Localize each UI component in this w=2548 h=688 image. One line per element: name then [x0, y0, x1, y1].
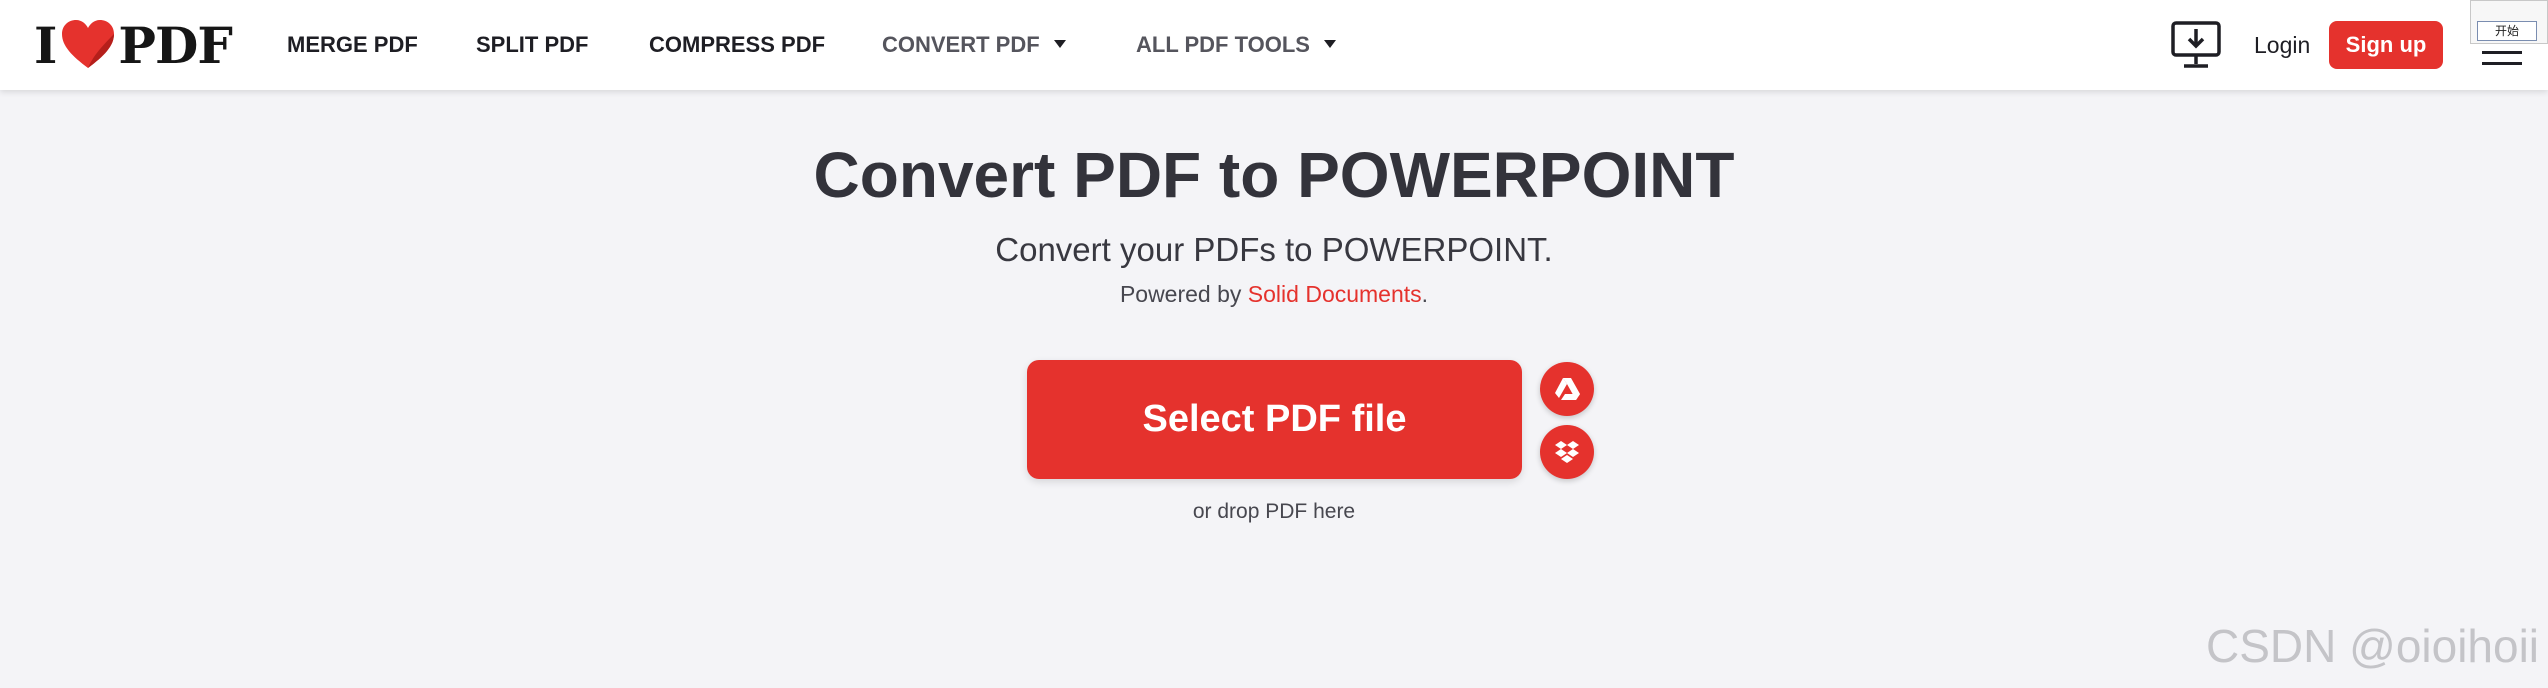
solid-documents-link[interactable]: Solid Documents	[1248, 281, 1422, 307]
overlay-start-button[interactable]: 开始	[2477, 21, 2537, 41]
nav-convert-pdf[interactable]: CONVERT PDF	[882, 30, 1066, 60]
overlay-popup: 开始	[2470, 0, 2548, 44]
nav-all-pdf-tools[interactable]: ALL PDF TOOLS	[1136, 30, 1336, 60]
caret-down-icon	[1323, 40, 1336, 49]
drop-pdf-hint: or drop PDF here	[1192, 500, 1356, 523]
logo-text-pdf: PDF	[118, 15, 232, 75]
caret-down-icon	[1053, 40, 1066, 49]
dropbox-button[interactable]	[1540, 425, 1594, 479]
csdn-watermark: CSDN @oioihoii	[2206, 620, 2540, 672]
google-drive-button[interactable]	[1540, 362, 1594, 416]
nav-convert-pdf-label: CONVERT PDF	[882, 32, 1040, 57]
logo-text-i: I	[34, 15, 57, 75]
powered-prefix: Powered by	[1119, 281, 1248, 307]
desktop-download-icon[interactable]	[2170, 20, 2222, 70]
ilovepdf-logo[interactable]: I PDF	[34, 15, 233, 75]
google-drive-icon	[1555, 378, 1580, 400]
signup-button[interactable]: Sign up	[2329, 21, 2443, 69]
powered-by-text: Powered by Solid Documents.	[0, 278, 2548, 310]
nav-compress-pdf[interactable]: COMPRESS PDF	[649, 30, 825, 60]
nav-merge-pdf[interactable]: MERGE PDF	[287, 30, 418, 60]
page-title: Convert PDF to POWERPOINT	[813, 139, 1735, 211]
page-subtitle: Convert your PDFs to POWERPOINT.	[995, 231, 1553, 268]
powered-suffix: .	[1421, 281, 1429, 307]
nav-all-pdf-tools-label: ALL PDF TOOLS	[1136, 32, 1310, 57]
nav-split-pdf[interactable]: SPLIT PDF	[476, 30, 588, 60]
top-navbar: I PDF MERGE PDF SPLIT PDF COMPRESS PDF C…	[0, 0, 2548, 90]
heart-icon	[62, 20, 115, 68]
login-link[interactable]: Login	[2254, 30, 2310, 60]
select-pdf-file-button[interactable]: Select PDF file	[1027, 360, 1522, 479]
dropbox-icon	[1555, 441, 1579, 463]
